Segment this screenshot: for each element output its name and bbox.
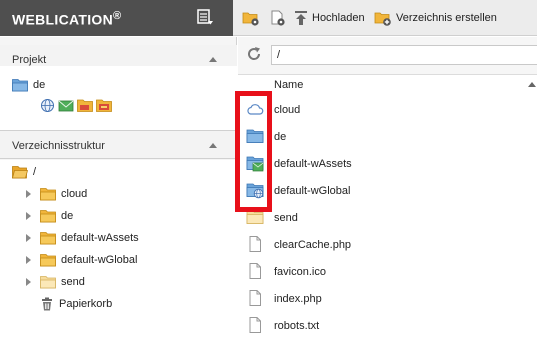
file-row-favicon[interactable]: favicon.ico <box>238 258 537 285</box>
folder-light-icon <box>40 276 56 289</box>
sort-ascending-icon[interactable] <box>528 82 536 87</box>
tree-item-papierkorb[interactable]: Papierkorb <box>40 295 112 313</box>
file-icon <box>249 263 261 279</box>
projekt-item-de[interactable]: de <box>12 76 45 94</box>
folder-open-icon <box>12 166 28 179</box>
projekt-item-label: de <box>33 79 46 91</box>
file-name: clearCache.php <box>274 239 352 251</box>
create-directory-button[interactable]: Verzeichnis erstellen <box>374 9 497 27</box>
file-name: favicon.ico <box>274 266 326 278</box>
tree-item-send[interactable]: send <box>26 273 85 291</box>
folder-icon <box>40 188 56 201</box>
file-name: send <box>274 212 298 224</box>
projekt-heading: Projekt <box>12 54 47 66</box>
refresh-icon[interactable] <box>246 46 262 62</box>
expand-arrow-icon[interactable] <box>26 256 31 264</box>
expand-arrow-icon[interactable] <box>26 278 31 286</box>
list-menu-icon[interactable] <box>196 8 214 26</box>
tree-item-default-wassets[interactable]: default-wAssets <box>26 229 139 247</box>
tree-root-label: / <box>33 166 37 178</box>
file-name: robots.txt <box>274 320 320 332</box>
folder-icon <box>40 254 56 267</box>
file-row-robots[interactable]: robots.txt <box>238 312 537 339</box>
file-row-default-wassets[interactable]: default-wAssets <box>238 150 537 177</box>
expand-arrow-icon[interactable] <box>26 234 31 242</box>
tree-item-label: default-wGlobal <box>61 254 138 266</box>
tree-item-label: send <box>61 276 85 288</box>
folder-global-icon <box>246 183 264 199</box>
envelope-icon[interactable] <box>58 98 74 113</box>
collapse-caret-icon[interactable] <box>209 57 217 62</box>
brand-header: WEBLICATION® <box>0 0 233 36</box>
globe-icon[interactable] <box>40 98 55 113</box>
tree-item-de[interactable]: de <box>26 207 73 225</box>
verzeichnisstruktur-heading: Verzeichnisstruktur <box>12 140 105 152</box>
file-name: cloud <box>274 104 301 116</box>
tree-item-label: Papierkorb <box>59 298 113 310</box>
file-icon <box>249 236 261 252</box>
upload-button[interactable]: Hochladen <box>294 9 365 27</box>
folder-light-icon <box>246 210 264 224</box>
brand-name: WEBLICATION <box>12 11 114 28</box>
file-name: default-wGlobal <box>274 185 351 197</box>
projekt-panel: de <box>0 66 237 131</box>
tree-item-label: default-wAssets <box>61 232 139 244</box>
folder-settings-button[interactable] <box>242 9 260 27</box>
top-bar: WEBLICATION® Hochladen Verzeichnis erste… <box>0 0 537 36</box>
column-name-header[interactable]: Name <box>274 79 303 91</box>
folder-add-icon <box>374 12 391 26</box>
tree-item-label: de <box>61 210 74 222</box>
file-list-header[interactable]: Name <box>238 75 537 95</box>
expand-arrow-icon[interactable] <box>26 190 31 198</box>
verzeichnisstruktur-panel-header[interactable]: Verzeichnisstruktur <box>0 131 237 159</box>
folder-assets-icon[interactable] <box>77 98 93 113</box>
directory-tree: / cloud de default-wAssets default-wGlob… <box>0 160 237 363</box>
file-list: Name cloud de default-wAssets default-wG… <box>238 74 537 363</box>
file-panel: Name cloud de default-wAssets <box>238 37 537 363</box>
folder-blue-icon <box>12 79 28 92</box>
file-row-index[interactable]: index.php <box>238 285 537 312</box>
file-settings-icon <box>271 10 285 26</box>
file-row-default-wglobal[interactable]: default-wGlobal <box>238 177 537 204</box>
expand-arrow-icon[interactable] <box>26 212 31 220</box>
file-row-send[interactable]: send <box>238 204 537 231</box>
tree-item-default-wglobal[interactable]: default-wGlobal <box>26 251 137 269</box>
tree-root[interactable]: / <box>12 163 36 181</box>
file-name: index.php <box>274 293 322 305</box>
file-icon <box>249 290 261 306</box>
upload-label: Hochladen <box>312 12 365 24</box>
brand-mark: ® <box>113 10 122 22</box>
upload-icon <box>295 11 307 25</box>
file-row-cloud[interactable]: cloud <box>238 96 537 123</box>
folder-blue-icon <box>246 129 264 143</box>
tree-item-cloud[interactable]: cloud <box>26 185 87 203</box>
projekt-sub-icons <box>40 96 112 114</box>
folder-global-icon[interactable] <box>96 98 112 113</box>
file-icon <box>249 317 261 333</box>
trash-icon <box>42 297 52 311</box>
brand-logo: WEBLICATION® <box>12 10 121 28</box>
tree-item-label: cloud <box>61 188 88 200</box>
file-name: de <box>274 131 287 143</box>
file-row-de[interactable]: de <box>238 123 537 150</box>
path-input[interactable] <box>271 45 537 65</box>
folder-assets-icon <box>246 156 264 172</box>
folder-icon <box>40 232 56 245</box>
file-name: default-wAssets <box>274 158 352 170</box>
file-settings-button[interactable] <box>269 9 287 27</box>
cloud-icon <box>247 104 264 115</box>
collapse-caret-icon[interactable] <box>209 143 217 148</box>
toolbar: Hochladen Verzeichnis erstellen <box>233 0 537 36</box>
create-directory-label: Verzeichnis erstellen <box>396 12 497 24</box>
folder-settings-icon <box>242 12 259 26</box>
file-row-clearcache[interactable]: clearCache.php <box>238 231 537 258</box>
folder-icon <box>40 210 56 223</box>
